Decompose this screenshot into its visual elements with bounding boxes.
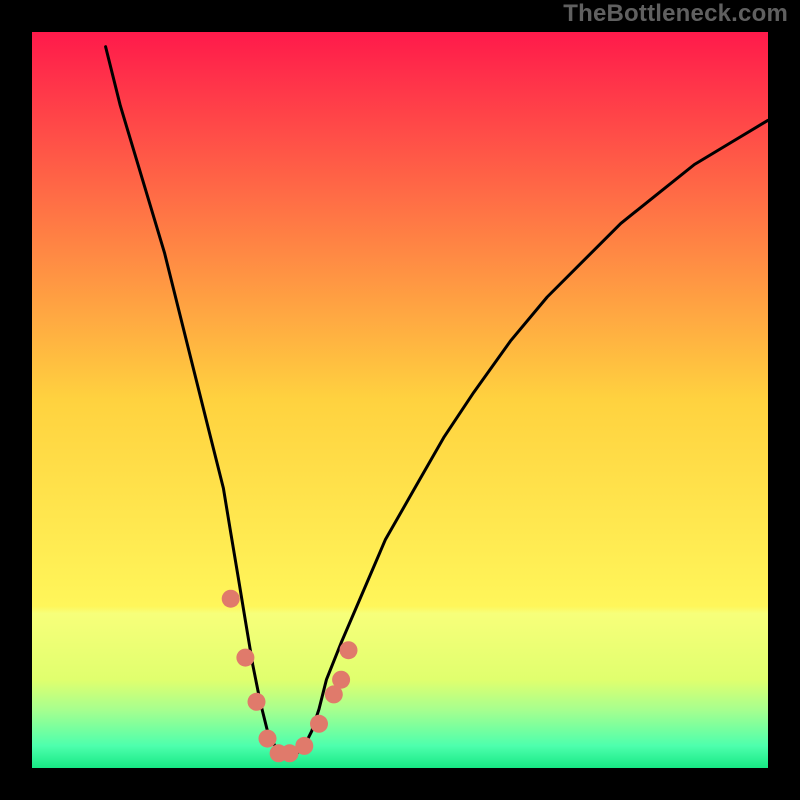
point [310,715,328,733]
watermark-text: TheBottleneck.com [563,0,788,28]
point [259,730,277,748]
point [236,649,254,667]
point [295,737,313,755]
point [248,693,266,711]
bottleneck-chart [0,0,800,800]
point [332,671,350,689]
point [222,590,240,608]
chart-stage: TheBottleneck.com [0,0,800,800]
chart-background [32,32,768,768]
point [340,641,358,659]
